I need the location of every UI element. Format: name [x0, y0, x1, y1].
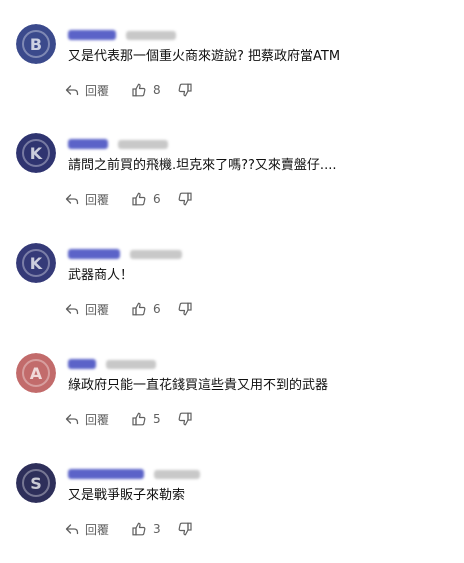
like-button[interactable]: 6 [131, 301, 161, 317]
comment-text: 綠政府只能一直花錢買這些貴又用不到的武器 [68, 378, 329, 393]
avatar[interactable]: A [16, 353, 56, 393]
dislike-button[interactable] [177, 411, 193, 427]
reply-icon [64, 411, 80, 427]
reply-label: 回覆 [85, 192, 110, 207]
avatar-letter: K [30, 144, 43, 163]
dislike-button[interactable] [177, 82, 193, 98]
comment-item: K Kingso 1 個月前武器商人！ 回覆 6 [0, 243, 464, 343]
comment-item: A AML 1 個月前綠政府只能一直花錢買這些貴又用不到的武器回覆 5 [0, 353, 464, 453]
thumbs-down-icon [177, 82, 193, 98]
comment-timestamp[interactable]: 1 個月前 [154, 469, 200, 479]
author-name[interactable]: AML [68, 359, 96, 369]
author-name[interactable]: sharingyou [68, 469, 144, 479]
comment-timestamp[interactable]: 1 個月前 [106, 359, 156, 369]
like-count: 6 [153, 192, 161, 206]
reply-label: 回覆 [85, 522, 110, 537]
like-button[interactable]: 5 [131, 411, 161, 427]
comment-meta: Kingso 1 個月前 [68, 247, 182, 261]
like-count: 6 [153, 302, 161, 316]
avatar[interactable]: K [16, 133, 56, 173]
comment-meta: sharingyou 1 個月前 [68, 467, 200, 481]
like-button[interactable]: 6 [131, 191, 161, 207]
thumbs-up-icon [131, 521, 147, 537]
comment-actions: 回覆 8 [64, 80, 193, 100]
avatar[interactable]: B [16, 24, 56, 64]
dislike-button[interactable] [177, 301, 193, 317]
comment-meta: Bogar 1 個月前 [68, 28, 176, 42]
author-name[interactable]: Kevin [68, 139, 108, 149]
comment-item: B Bogar 1 個月前又是代表那一個重火商來遊說? 把蔡政府當ATM 回覆 8 [0, 24, 464, 124]
reply-button[interactable]: 回覆 [64, 521, 109, 538]
reply-icon [64, 82, 80, 98]
avatar[interactable]: S [16, 463, 56, 503]
comment-text: 又是戰爭販子來勒索 [68, 488, 186, 503]
comment-meta: Kevin 1 個月前 [68, 137, 168, 151]
reply-button[interactable]: 回覆 [64, 301, 109, 318]
comment-item: Ssharingyou 1 個月前又是戰爭販子來勒索回覆 3 [0, 463, 464, 563]
reply-label: 回覆 [85, 412, 110, 427]
avatar[interactable]: K [16, 243, 56, 283]
like-count: 3 [153, 522, 161, 536]
like-count: 5 [153, 412, 161, 426]
reply-icon [64, 191, 80, 207]
dislike-button[interactable] [177, 521, 193, 537]
comment-text: 武器商人！ [68, 268, 134, 283]
reply-button[interactable]: 回覆 [64, 82, 109, 99]
comment-text: 請問之前買的飛機.坦克來了嗎??又來賣盤仔.... [68, 158, 337, 173]
reply-icon [64, 521, 80, 537]
thumbs-up-icon [131, 301, 147, 317]
comment-timestamp[interactable]: 1 個月前 [126, 30, 176, 40]
like-button[interactable]: 8 [131, 82, 161, 98]
comment-actions: 回覆 5 [64, 409, 193, 429]
thumbs-down-icon [177, 301, 193, 317]
thumbs-down-icon [177, 411, 193, 427]
thumbs-down-icon [177, 191, 193, 207]
dislike-button[interactable] [177, 191, 193, 207]
author-name[interactable]: Kingso [68, 249, 120, 259]
comment-meta: AML 1 個月前 [68, 357, 156, 371]
reply-button[interactable]: 回覆 [64, 411, 109, 428]
avatar-letter: K [30, 254, 43, 273]
thumbs-up-icon [131, 191, 147, 207]
reply-label: 回覆 [85, 83, 110, 98]
comment-item: K Kevin 1 個月前請問之前買的飛機.坦克來了嗎??又來賣盤仔.... 回覆 6 [0, 133, 464, 233]
thumbs-down-icon [177, 521, 193, 537]
avatar-letter: S [30, 474, 42, 493]
comments-list: BBogar1 個月前又是代表那一個重火商來遊說? 把蔡政府當ATM回覆8KKe… [0, 0, 464, 551]
avatar-letter: A [30, 364, 43, 383]
avatar-letter: B [30, 35, 42, 54]
thumbs-up-icon [131, 82, 147, 98]
author-name[interactable]: Bogar [68, 30, 116, 40]
comment-actions: 回覆 3 [64, 519, 193, 539]
comment-text: 又是代表那一個重火商來遊說? 把蔡政府當ATM [68, 49, 341, 64]
comment-actions: 回覆 6 [64, 189, 193, 209]
thumbs-up-icon [131, 411, 147, 427]
like-count: 8 [153, 83, 161, 97]
reply-icon [64, 301, 80, 317]
reply-label: 回覆 [85, 302, 110, 317]
like-button[interactable]: 3 [131, 521, 161, 537]
comment-timestamp[interactable]: 1 個月前 [130, 249, 182, 259]
comment-timestamp[interactable]: 1 個月前 [118, 139, 168, 149]
comment-actions: 回覆 6 [64, 299, 193, 319]
reply-button[interactable]: 回覆 [64, 191, 109, 208]
